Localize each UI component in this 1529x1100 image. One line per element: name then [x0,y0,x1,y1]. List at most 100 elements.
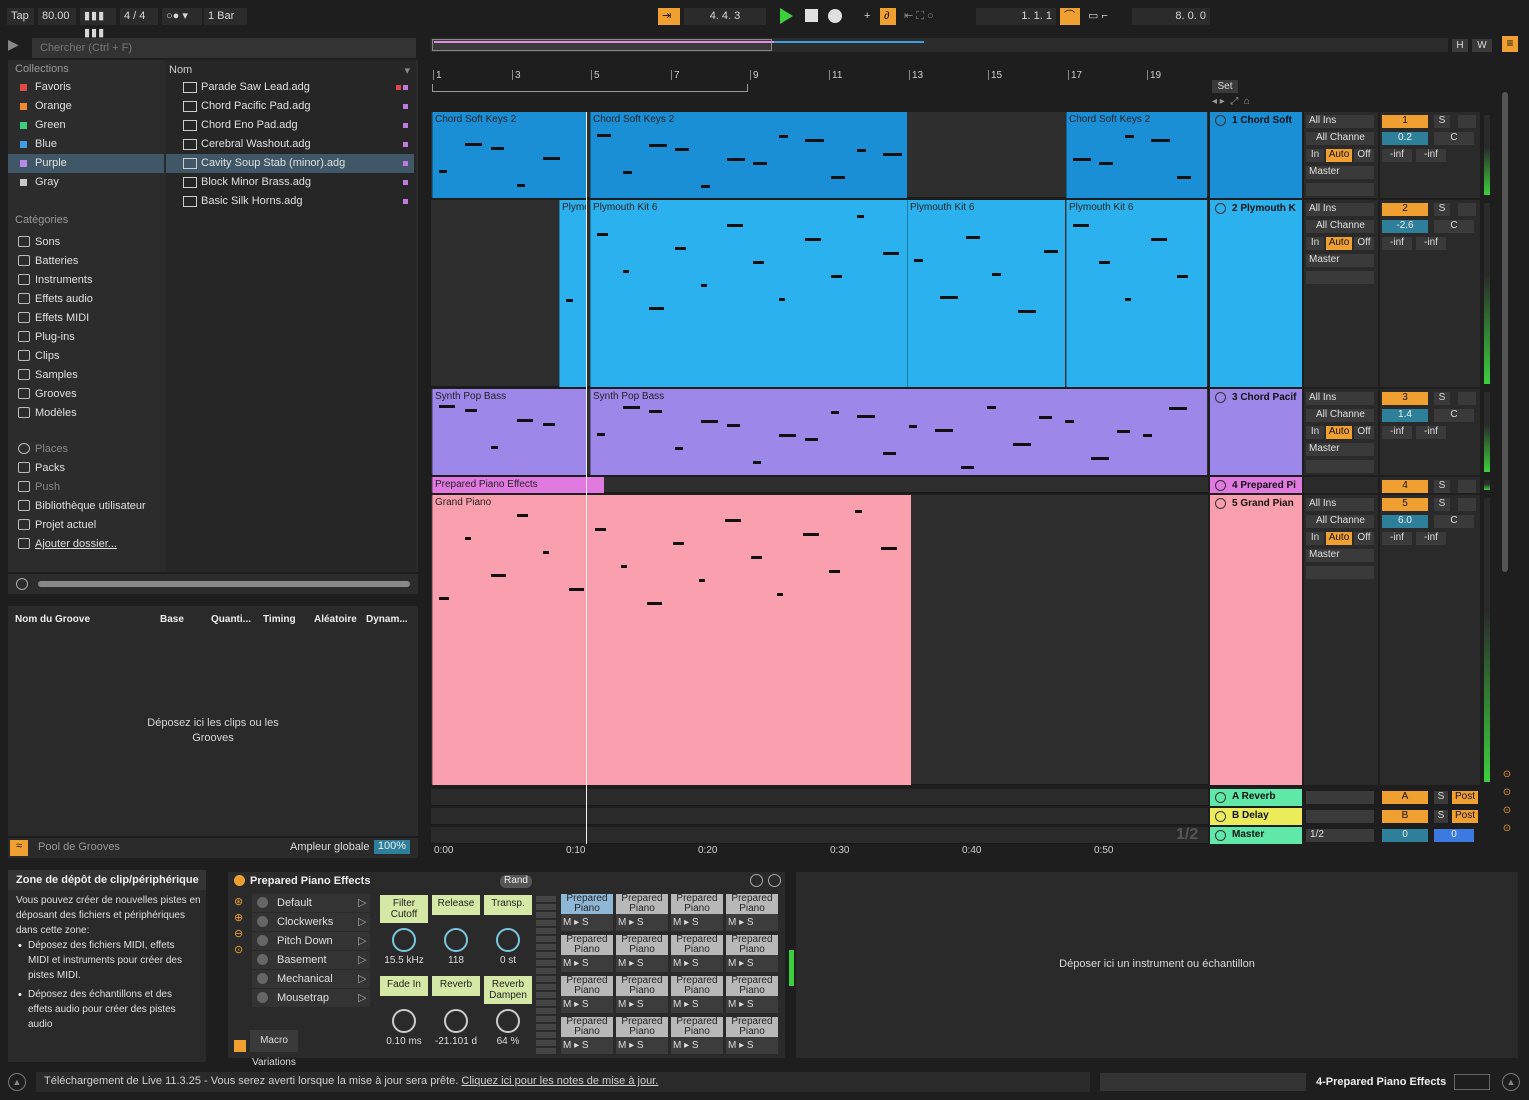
output-menu[interactable]: Master [1306,166,1374,179]
macro-label[interactable]: Filter Cutoff [380,895,428,923]
fold-icon[interactable] [1215,830,1226,841]
volume-field[interactable]: -2.6 [1382,220,1428,233]
camera-icon[interactable] [257,973,268,984]
name-column-header[interactable]: Nom [169,64,192,76]
solo-button[interactable]: S [1434,115,1450,128]
monitor-in-button[interactable]: In [1306,237,1324,250]
category-item[interactable]: Instruments [8,271,164,290]
sort-icon[interactable]: ▾ [404,64,410,77]
monitor-auto-button[interactable]: Auto [1326,149,1352,162]
detail-toggle-icon[interactable]: ▲ [1502,1073,1520,1091]
file-row[interactable]: Parade Saw Lead.adg [166,78,414,97]
monitor-off-button[interactable]: Off [1354,532,1374,545]
set-button[interactable]: Set [1212,80,1238,93]
tempo-field[interactable]: 80.00 [38,8,76,25]
return-output[interactable] [1306,791,1374,804]
pad-controls[interactable]: M ▸ S [673,958,723,969]
search-input[interactable]: Chercher (Ctrl + F) [32,38,416,58]
tap-button[interactable]: Tap [7,8,34,25]
macro-knob[interactable] [392,1009,416,1033]
arrangement-clip[interactable]: Prepared Piano Effects [432,477,604,493]
info-toggle-icon[interactable]: ▲ [8,1073,26,1091]
recall-icon[interactable]: ▷ [358,991,366,1004]
arrangement-clip[interactable]: Plymouth Kit 6 [1066,200,1207,387]
arm-icon[interactable] [1458,115,1476,128]
bar-number[interactable]: 3 [515,70,521,81]
drum-pad[interactable]: Prepared Piano M ▸ S [616,894,668,931]
collection-green[interactable]: Green [8,116,164,135]
output-channel-menu[interactable] [1306,271,1374,284]
groove-icon[interactable]: ≈ [10,840,28,856]
output-channel-menu[interactable] [1306,460,1374,473]
output-menu[interactable]: Master [1306,443,1374,456]
pad-controls[interactable]: M ▸ S [618,999,668,1010]
return-lane[interactable] [431,827,1208,844]
metronome-icon[interactable]: ▮▮▮ ▮▮▮ [80,8,116,39]
drum-pad[interactable]: Prepared Piano M ▸ S [726,894,778,931]
song-position[interactable]: 4. 4. 3 [684,8,766,25]
input-channel-menu[interactable]: All Channe [1306,515,1374,528]
recall-icon[interactable]: ▷ [358,953,366,966]
drum-pad[interactable]: Prepared Piano M ▸ S [561,935,613,972]
record-icon[interactable] [828,9,842,23]
fold-icon[interactable] [1215,203,1226,214]
macro-variations-label[interactable]: Macro Variations [250,1030,298,1068]
arrangement-clip[interactable]: Chord Soft Keys 2 [432,112,586,198]
pad-controls[interactable]: M ▸ S [563,917,613,928]
recall-icon[interactable]: ▷ [358,896,366,909]
browser-toggle-icon[interactable]: ▶ [8,36,30,56]
monitor-off-button[interactable]: Off [1354,237,1374,250]
input-type-menu[interactable]: All Ins [1306,203,1374,216]
quantize-menu[interactable]: 1 Bar [204,8,247,25]
groove-column-header[interactable]: Base [160,614,184,625]
arrangement-clip[interactable]: Plymouth Kit 6 [907,200,1065,387]
macro-preset[interactable]: Mechanical ▷ [252,970,370,988]
return-lane[interactable] [431,789,1208,806]
return-output[interactable]: 1/2 [1306,829,1374,842]
drum-pad[interactable]: Prepared Piano M ▸ S [616,1017,668,1054]
return-header[interactable]: B Delay [1210,808,1302,825]
solo-button[interactable]: S [1434,810,1448,823]
recall-icon[interactable]: ▷ [358,915,366,928]
groove-column-header[interactable]: Timing [263,614,296,625]
track-header[interactable]: 5 Grand Pian [1210,495,1302,785]
place-item[interactable]: Push [8,478,164,497]
track-activator-button[interactable]: 4 [1382,480,1428,493]
input-type-menu[interactable]: All Ins [1306,498,1374,511]
file-row[interactable]: Cavity Soup Stab (minor).adg [166,154,414,173]
return-header[interactable]: A Reverb [1210,789,1302,806]
input-type-menu[interactable]: All Ins [1306,115,1374,128]
macro-preset[interactable]: Clockwerks ▷ [252,913,370,931]
pad-controls[interactable]: M ▸ S [563,999,613,1010]
monitor-in-button[interactable]: In [1306,532,1324,545]
post-button[interactable]: Post [1452,791,1478,804]
input-channel-menu[interactable]: All Channe [1306,220,1374,233]
drum-pad[interactable]: Prepared Piano M ▸ S [671,894,723,931]
overview-bar[interactable] [430,38,1448,52]
volume-field[interactable]: 0.2 [1382,132,1428,145]
macro-preset[interactable]: Pitch Down ▷ [252,932,370,950]
automation-arm-icon[interactable]: ∂ [880,8,896,25]
monitor-off-button[interactable]: Off [1354,426,1374,439]
fold-icon[interactable] [1215,811,1226,822]
track-header[interactable]: 1 Chord Soft [1210,112,1302,198]
pad-controls[interactable]: M ▸ S [618,958,668,969]
output-menu[interactable]: Master [1306,254,1374,267]
drum-pad[interactable]: Prepared Piano M ▸ S [561,894,613,931]
groove-column-header[interactable]: Aléatoire [314,614,357,625]
draw-mode-icon[interactable]: ▭ ⌐ [1084,8,1128,25]
pad-controls[interactable]: M ▸ S [673,917,723,928]
category-item[interactable]: Effets audio [8,290,164,309]
drum-pad[interactable]: Prepared Piano M ▸ S [561,1017,613,1054]
drum-pad[interactable]: Prepared Piano M ▸ S [616,935,668,972]
monitor-auto-button[interactable]: Auto [1326,532,1352,545]
place-item[interactable]: Packs [8,459,164,478]
macro-preset[interactable]: Mousetrap ▷ [252,989,370,1007]
arm-icon[interactable] [1458,392,1476,405]
loop-length-field[interactable]: 8. 0. 0 [1132,8,1210,25]
category-item[interactable]: Plug-ins [8,328,164,347]
loop-icon[interactable]: ⌒ [1060,8,1080,25]
monitor-auto-button[interactable]: Auto [1326,426,1352,439]
return-activator[interactable]: B [1382,810,1428,823]
device-settings-icon[interactable] [750,874,763,887]
